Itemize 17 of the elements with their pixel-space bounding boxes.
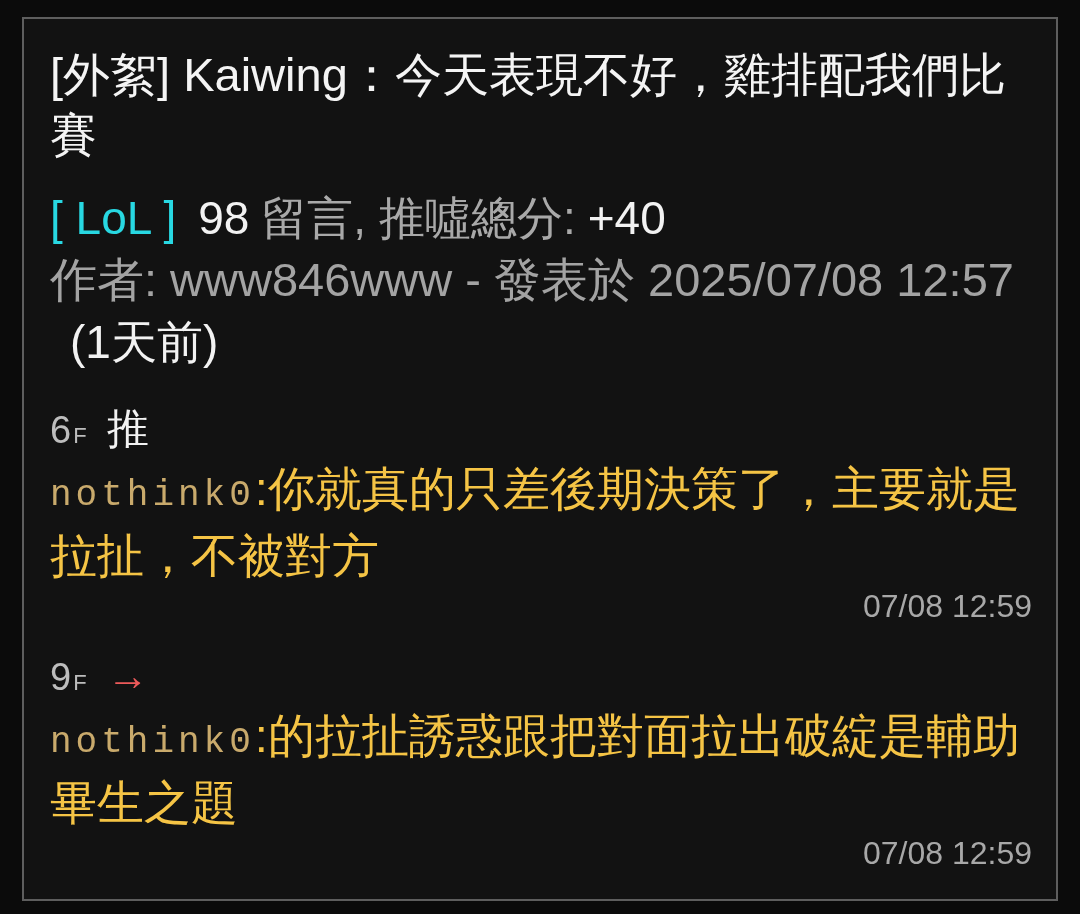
board-tag: [ LoL ] <box>50 187 177 249</box>
post-score: +40 <box>587 191 666 246</box>
comment-text: nothink0:的拉扯誘惑跟把對面拉出破綻是輔助畢生之題 <box>50 708 1021 831</box>
comment-text: nothink0:你就真的只差後期決策了，主要就是拉扯，不被對方 <box>50 461 1021 584</box>
comment-tag: → <box>106 648 149 704</box>
comment-label: 留言, 推噓總分: <box>261 191 576 246</box>
floor-suffix: F <box>73 672 87 694</box>
floor-number: 9 <box>50 655 72 700</box>
comment-tag: 推 <box>106 401 149 457</box>
comment-time: 07/08 12:59 <box>862 834 1032 873</box>
floor-number: 6 <box>50 408 72 453</box>
comment-count: 98 <box>198 191 250 246</box>
author-line: 作者: www846www - 發表於 2025/07/08 12:57 <box>50 252 1014 308</box>
floor-suffix: F <box>73 425 87 447</box>
relative-time: (1天前) <box>70 315 219 370</box>
comment-time: 07/08 12:59 <box>862 587 1032 626</box>
post-title: [外絮] Kaiwing：今天表現不好，雞排配我們比賽 <box>50 47 1007 163</box>
